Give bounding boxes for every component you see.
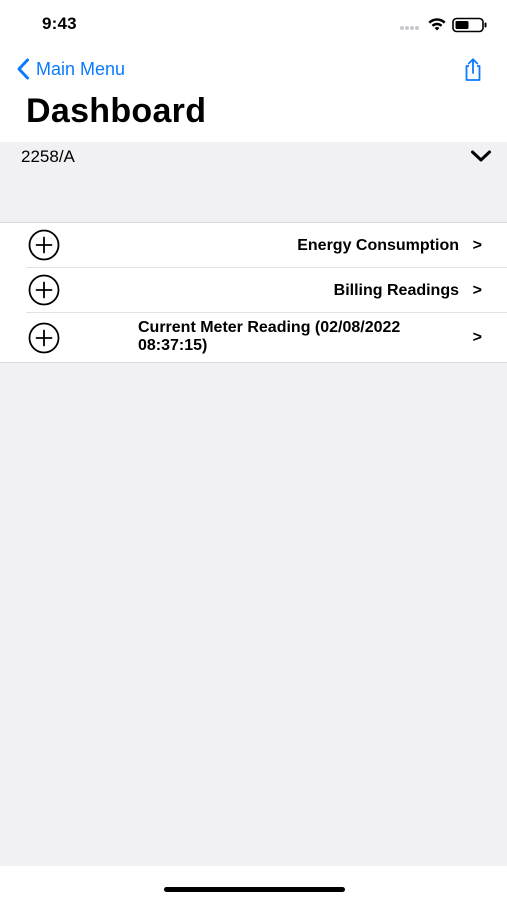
menu-item-label: Current Meter Reading (02/08/2022 08:37:…: [138, 319, 401, 354]
plus-circle-icon: [28, 274, 60, 306]
page-title: Dashboard: [26, 92, 207, 130]
chevron-right-icon: >: [472, 282, 482, 299]
dashboard-menu-list: Energy Consumption > Billing Readings > …: [0, 223, 507, 363]
menu-item-current-meter-reading[interactable]: Current Meter Reading (02/08/2022 08:37:…: [26, 313, 507, 362]
cellular-signal-icon: [400, 26, 424, 32]
status-time: 9:43: [42, 14, 77, 33]
chevron-right-icon: >: [472, 329, 482, 346]
menu-item-label: Billing Readings: [333, 282, 459, 299]
back-button-label: Main Menu: [36, 58, 126, 79]
menu-item-billing-readings[interactable]: Billing Readings >: [26, 268, 507, 313]
plus-circle-icon: [28, 229, 60, 261]
chevron-down-icon: [471, 150, 491, 162]
wifi-icon: [428, 18, 446, 31]
share-icon[interactable]: [460, 57, 486, 83]
content-area: [0, 363, 507, 866]
chevron-left-icon: [17, 58, 29, 80]
menu-item-energy-consumption[interactable]: Energy Consumption >: [26, 223, 507, 268]
battery-icon: [452, 17, 487, 33]
home-indicator-area: [0, 866, 507, 900]
status-bar: 9:43: [0, 0, 507, 50]
chevron-right-icon: >: [472, 237, 482, 254]
back-button[interactable]: Main Menu: [16, 56, 125, 82]
meter-selector[interactable]: 2258/A: [0, 142, 507, 223]
meter-id: 2258/A: [21, 147, 75, 166]
menu-item-label: Energy Consumption: [297, 237, 459, 254]
home-indicator[interactable]: [164, 887, 345, 892]
plus-circle-icon: [28, 322, 60, 354]
